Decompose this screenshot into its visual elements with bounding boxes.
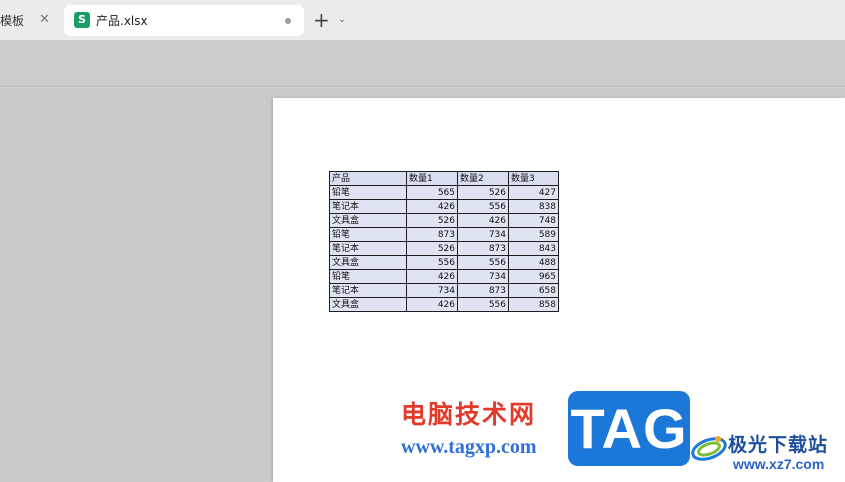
- table-row: 文具盒 426 556 858: [329, 297, 559, 312]
- table-row: 铅笔 565 526 427: [329, 185, 559, 200]
- table-cell: 文具盒: [329, 213, 407, 228]
- tab-active-label: 产品.xlsx: [96, 14, 148, 28]
- table-cell: 文具盒: [329, 297, 407, 312]
- table-cell: 526: [457, 185, 509, 200]
- table-cell: 铅笔: [329, 227, 407, 242]
- table-cell: 笔记本: [329, 199, 407, 214]
- preview-page: 产品 数量1 数量2 数量3 铅笔 565 526 427 笔记本 426 55…: [273, 98, 845, 482]
- table-cell: 873: [457, 241, 509, 256]
- table-cell: 文具盒: [329, 255, 407, 270]
- column-header: 数量1: [406, 171, 458, 186]
- table-row: 笔记本 426 556 838: [329, 199, 559, 214]
- table-cell: 556: [457, 297, 509, 312]
- data-table: 产品 数量1 数量2 数量3 铅笔 565 526 427 笔记本 426 55…: [329, 171, 559, 312]
- table-cell: 858: [508, 297, 559, 312]
- table-cell: 426: [457, 213, 509, 228]
- column-header: 产品: [329, 171, 407, 186]
- watermark-url: www.tagxp.com: [401, 436, 537, 458]
- tab-bar: 模板 ✕ S 产品.xlsx + ⌄: [0, 0, 845, 40]
- table-cell: 965: [508, 269, 559, 284]
- table-cell: 铅笔: [329, 269, 407, 284]
- table-cell: 铅笔: [329, 185, 407, 200]
- table-cell: 426: [406, 297, 458, 312]
- table-cell: 526: [406, 213, 458, 228]
- table-cell: 873: [406, 227, 458, 242]
- aurora-logo-icon: [691, 436, 727, 461]
- table-cell: 556: [457, 255, 509, 270]
- chevron-down-icon[interactable]: ⌄: [336, 14, 348, 26]
- tab-active[interactable]: S 产品.xlsx: [64, 5, 304, 36]
- table-cell: 748: [508, 213, 559, 228]
- table-row: 笔记本 526 873 843: [329, 241, 559, 256]
- table-cell: 488: [508, 255, 559, 270]
- spreadsheet-icon: S: [74, 12, 90, 28]
- table-cell: 734: [457, 227, 509, 242]
- table-cell: 838: [508, 199, 559, 214]
- table-row: 铅笔 426 734 965: [329, 269, 559, 284]
- table-cell: 526: [406, 241, 458, 256]
- table-cell: 658: [508, 283, 559, 298]
- tab-previous-label: 模板: [0, 13, 25, 28]
- table-cell: 734: [406, 283, 458, 298]
- table-cell: 427: [508, 185, 559, 200]
- plus-icon[interactable]: +: [313, 10, 330, 30]
- watermark-text: 电脑技术网: [401, 400, 537, 429]
- table-cell: 笔记本: [329, 283, 407, 298]
- table-cell: 426: [406, 199, 458, 214]
- table-cell: 556: [457, 199, 509, 214]
- table-row: 铅笔 873 734 589: [329, 227, 559, 242]
- watermark-site-url: www.xz7.com: [733, 456, 825, 472]
- table-cell: 589: [508, 227, 559, 242]
- close-icon[interactable]: ✕: [38, 13, 51, 26]
- table-cell: 873: [457, 283, 509, 298]
- watermark-site-name: 极光下载站: [728, 434, 829, 456]
- column-header: 数量2: [457, 171, 509, 186]
- table-row: 文具盒 556 556 488: [329, 255, 559, 270]
- watermark-tag-badge: TAG: [568, 391, 690, 466]
- table-cell: 556: [406, 255, 458, 270]
- table-row: 笔记本 734 873 658: [329, 283, 559, 298]
- table-row: 文具盒 526 426 748: [329, 213, 559, 228]
- table-cell: 565: [406, 185, 458, 200]
- tab-previous[interactable]: 模板 ✕: [0, 6, 60, 34]
- table-cell: 843: [508, 241, 559, 256]
- toolbar: [0, 40, 845, 87]
- table-cell: 426: [406, 269, 458, 284]
- unsaved-dot-icon[interactable]: [285, 18, 291, 24]
- table-cell: 734: [457, 269, 509, 284]
- column-header: 数量3: [508, 171, 559, 186]
- table-header-row: 产品 数量1 数量2 数量3: [329, 171, 559, 186]
- table-cell: 笔记本: [329, 241, 407, 256]
